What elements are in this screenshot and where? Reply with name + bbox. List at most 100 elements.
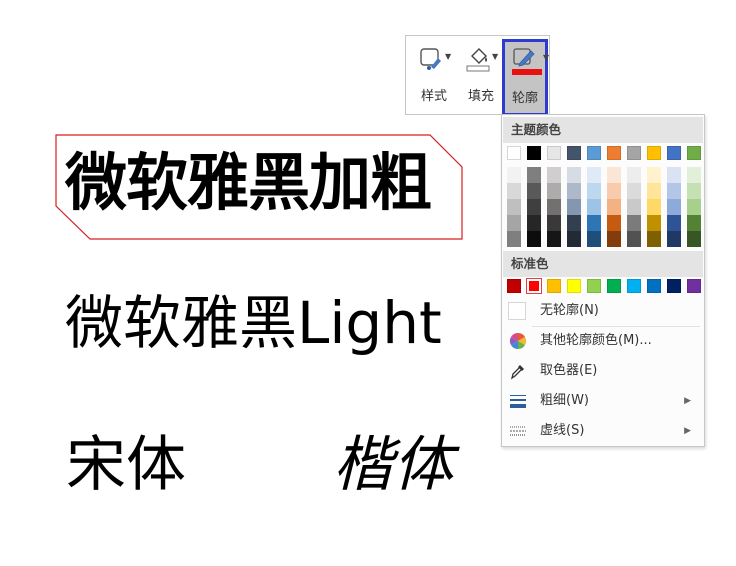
color-swatch[interactable] (527, 146, 541, 160)
color-swatch[interactable] (587, 231, 601, 247)
chevron-down-icon: ▼ (543, 53, 550, 62)
color-swatch[interactable] (647, 167, 661, 183)
color-swatch[interactable] (567, 183, 581, 199)
color-swatch[interactable] (527, 167, 541, 183)
color-swatch[interactable] (667, 199, 681, 215)
color-swatch[interactable] (627, 146, 641, 160)
color-swatch[interactable] (587, 146, 601, 160)
color-swatch[interactable] (587, 199, 601, 215)
color-swatch[interactable] (607, 146, 621, 160)
color-swatch[interactable] (687, 146, 701, 160)
color-swatch[interactable] (627, 279, 641, 293)
color-swatch[interactable] (547, 146, 561, 160)
chevron-right-icon: ▶ (684, 396, 691, 406)
color-swatch[interactable] (527, 231, 541, 247)
color-swatch[interactable] (607, 199, 621, 215)
color-swatch[interactable] (547, 183, 561, 199)
color-swatch[interactable] (667, 146, 681, 160)
more-colors-item[interactable]: 其他轮廓颜色(M)... (503, 327, 703, 355)
color-swatch[interactable] (667, 231, 681, 247)
chevron-right-icon: ▶ (684, 426, 691, 436)
color-swatch[interactable] (587, 183, 601, 199)
outline-label: 轮廓 (511, 91, 538, 106)
no-outline-label: 无轮廓(N) (540, 303, 599, 318)
color-swatch[interactable] (647, 146, 661, 160)
color-swatch[interactable] (607, 231, 621, 247)
color-swatch[interactable] (547, 279, 561, 293)
color-swatch[interactable] (687, 167, 701, 183)
dashes-item[interactable]: 虚线(S) ▶ (503, 417, 703, 445)
color-swatch[interactable] (507, 183, 521, 199)
standard-colors-header: 标准色 (503, 251, 703, 277)
color-swatch[interactable] (627, 183, 641, 199)
mini-toolbar: ▼ 样式 ▼ 填充 ▼ 轮廓 (405, 35, 550, 116)
color-swatch[interactable] (507, 146, 521, 160)
color-swatch[interactable] (647, 199, 661, 215)
color-swatch[interactable] (527, 183, 541, 199)
color-swatch[interactable] (587, 167, 601, 183)
color-swatch[interactable] (607, 183, 621, 199)
sample-text-kai[interactable]: 楷体 (333, 435, 453, 495)
color-swatch[interactable] (507, 215, 521, 231)
color-swatch[interactable] (627, 215, 641, 231)
color-swatch[interactable] (627, 167, 641, 183)
color-swatch[interactable] (587, 279, 601, 293)
outline-button[interactable]: ▼ 轮廓 (502, 39, 550, 116)
fill-button[interactable]: ▼ 填充 (458, 36, 504, 114)
color-swatch[interactable] (507, 231, 521, 247)
more-colors-label: 其他轮廓颜色(M)... (540, 333, 652, 348)
eyedropper-item[interactable]: 取色器(E) (503, 357, 703, 385)
color-swatch[interactable] (507, 199, 521, 215)
no-outline-item[interactable]: 无轮廓(N) (503, 297, 703, 325)
color-swatch[interactable] (547, 199, 561, 215)
color-swatch[interactable] (627, 231, 641, 247)
color-swatch[interactable] (687, 183, 701, 199)
paint-bucket-icon (466, 48, 490, 72)
color-swatch[interactable] (667, 183, 681, 199)
style-label: 样式 (420, 89, 447, 104)
color-swatch[interactable] (647, 279, 661, 293)
color-swatch[interactable] (527, 199, 541, 215)
color-swatch[interactable] (526, 278, 542, 294)
color-swatch[interactable] (607, 167, 621, 183)
sample-text-song[interactable]: 宋体 (66, 435, 186, 495)
color-swatch[interactable] (647, 183, 661, 199)
no-outline-swatch (508, 302, 526, 320)
weight-item[interactable]: 粗细(W) ▶ (503, 387, 703, 415)
color-swatch[interactable] (687, 231, 701, 247)
eyedropper-label: 取色器(E) (540, 363, 598, 378)
color-swatch[interactable] (547, 231, 561, 247)
color-swatch[interactable] (507, 167, 521, 183)
color-swatch[interactable] (567, 167, 581, 183)
color-swatch[interactable] (567, 231, 581, 247)
color-swatch[interactable] (527, 215, 541, 231)
color-swatch[interactable] (607, 279, 621, 293)
color-swatch[interactable] (607, 215, 621, 231)
line-weight-icon (510, 395, 526, 408)
color-swatch[interactable] (567, 279, 581, 293)
color-swatch[interactable] (647, 231, 661, 247)
color-swatch[interactable] (547, 167, 561, 183)
color-swatch[interactable] (507, 279, 521, 293)
color-swatch[interactable] (627, 199, 641, 215)
sample-text-bold[interactable]: 微软雅黑加粗 (65, 152, 432, 214)
color-swatch[interactable] (567, 199, 581, 215)
color-wheel-icon (509, 332, 527, 350)
sample-text-light[interactable]: 微软雅黑Light (65, 294, 442, 352)
color-swatch[interactable] (647, 215, 661, 231)
color-swatch[interactable] (547, 215, 561, 231)
color-swatch[interactable] (667, 279, 681, 293)
color-swatch[interactable] (567, 146, 581, 160)
color-swatch[interactable] (687, 215, 701, 231)
shape-style-icon (420, 48, 441, 70)
color-swatch[interactable] (687, 279, 701, 293)
dashes-label: 虚线(S) (540, 423, 585, 438)
chevron-down-icon: ▼ (445, 52, 452, 61)
color-swatch[interactable] (667, 167, 681, 183)
color-swatch[interactable] (587, 215, 601, 231)
color-swatch[interactable] (667, 215, 681, 231)
color-swatch[interactable] (687, 199, 701, 215)
color-swatch[interactable] (567, 215, 581, 231)
style-button[interactable]: ▼ 样式 (411, 36, 457, 114)
theme-colors-header: 主题颜色 (503, 117, 703, 143)
